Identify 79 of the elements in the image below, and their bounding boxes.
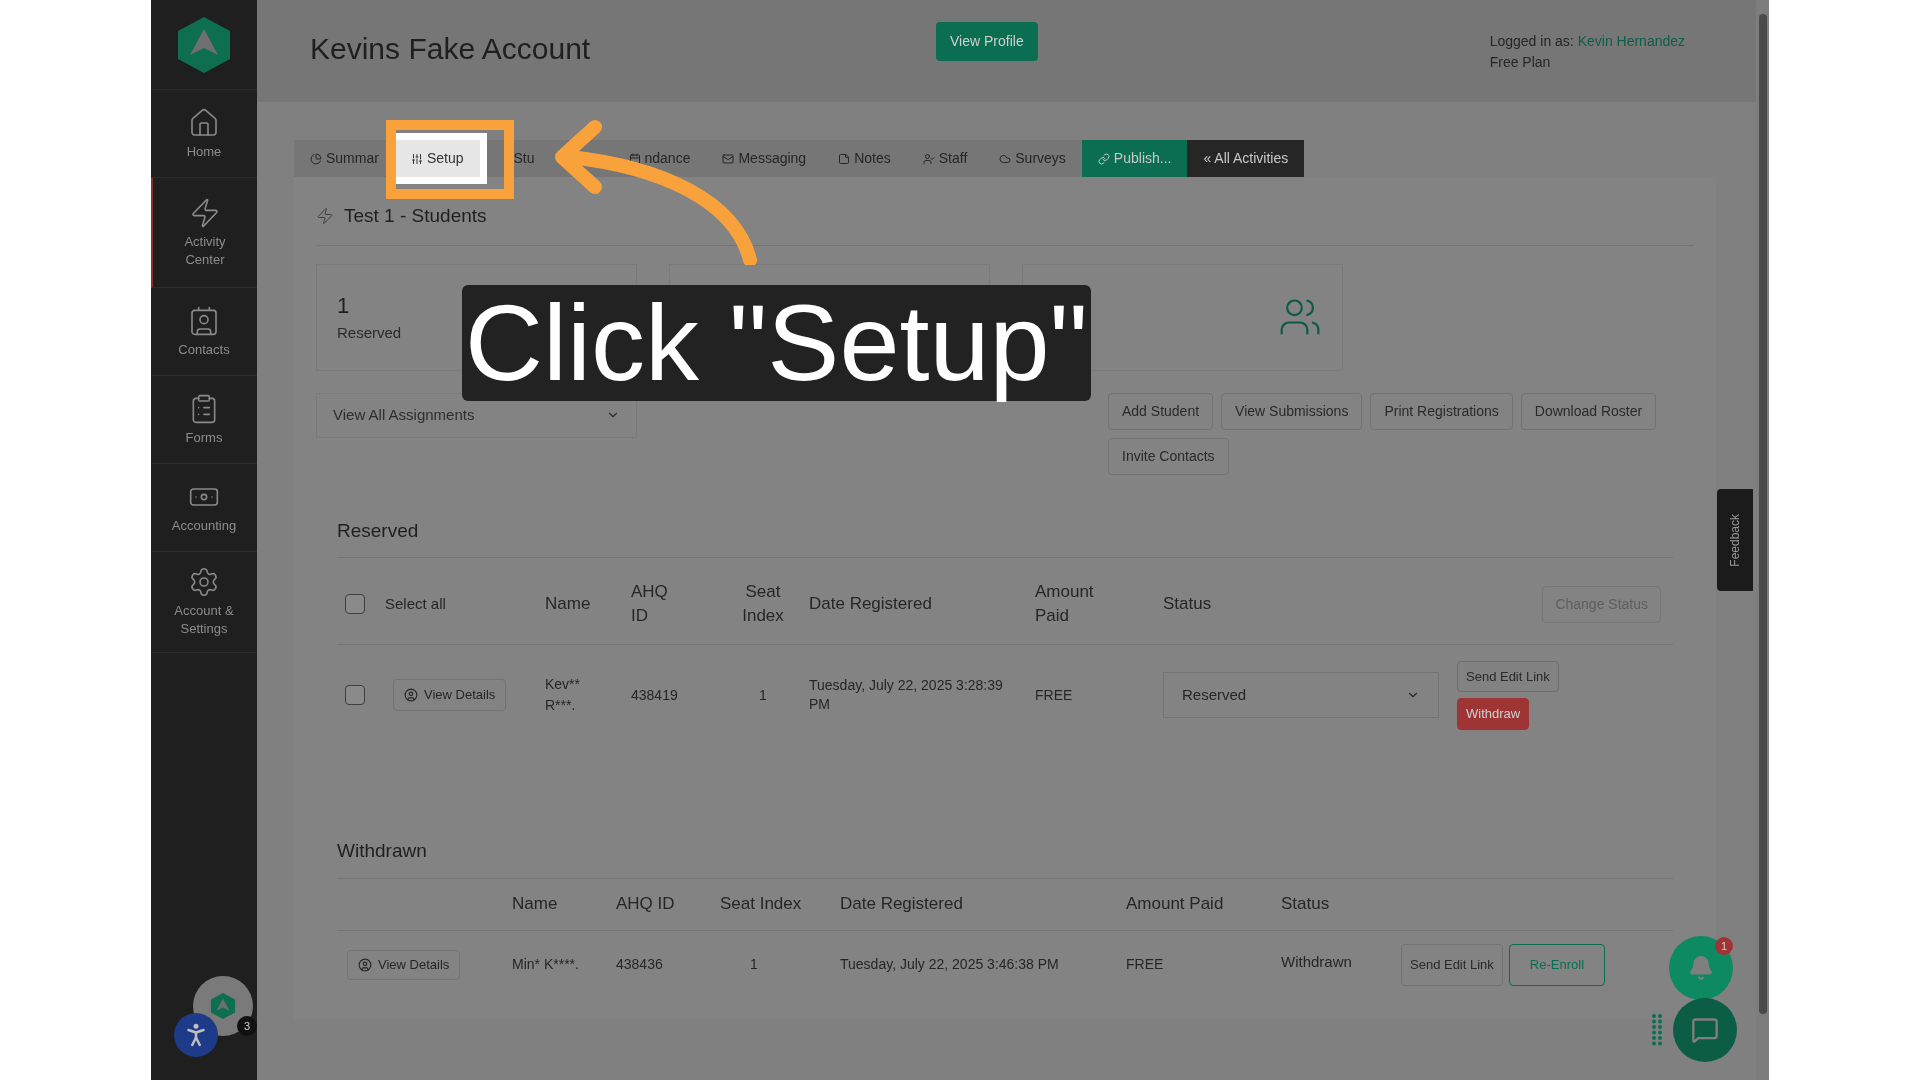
column-header: Date Registered (809, 593, 933, 615)
count-badge: 3 (237, 1016, 257, 1036)
send-edit-link-button[interactable]: Send Edit Link (1457, 660, 1559, 692)
account-title: Kevins Fake Account (310, 31, 592, 67)
user-icon (404, 688, 418, 702)
lightning-icon (316, 207, 334, 226)
lightning-icon (189, 196, 221, 229)
chart-icon (310, 152, 322, 165)
chat-icon (1691, 1016, 1719, 1044)
send-edit-link-button[interactable]: Send Edit Link (1401, 943, 1503, 986)
column-header: AHQ ID (631, 581, 669, 627)
home-icon (188, 106, 220, 139)
column-header: Seat Index (720, 893, 803, 916)
sliders-icon (410, 152, 423, 165)
user-icon (358, 957, 372, 972)
section-heading: Withdrawn (337, 837, 1673, 879)
table-cell-text: Tuesday, July 22, 2025 3:28:39 PM (809, 676, 1004, 714)
column-header: Amount Paid (1035, 581, 1095, 627)
plan-label: Free Plan (1489, 53, 1552, 72)
section-heading: Reserved (337, 516, 1673, 558)
activity-title: Test 1 - Students (344, 204, 487, 228)
tab[interactable]: Publish... (1081, 140, 1188, 177)
column-header: Amount Paid (1126, 893, 1225, 916)
checkbox[interactable] (345, 685, 365, 705)
bell-icon (1688, 955, 1714, 981)
table-cell-text: 1 (758, 685, 768, 705)
accessibility-button[interactable] (174, 1013, 218, 1057)
action-button[interactable]: View Submissions (1221, 392, 1363, 430)
drag-handle-icon (1651, 1013, 1663, 1047)
mail-icon (722, 152, 735, 165)
sidebar-item[interactable]: Activity Center (151, 178, 257, 288)
table-cell-text: FREE (1035, 685, 1074, 705)
people-icon (922, 152, 935, 165)
checkbox[interactable] (345, 594, 365, 614)
sidebar-item[interactable]: Home (151, 90, 257, 178)
view-details-button[interactable]: View Details (393, 679, 507, 711)
gear-icon (188, 566, 220, 598)
link-icon (1097, 152, 1110, 165)
table-cell-text: Min* K****. (512, 955, 580, 974)
contact-card-icon (188, 304, 220, 337)
tab[interactable]: « All Activities (1187, 140, 1305, 177)
column-header: Seat Index (741, 581, 785, 627)
action-button[interactable]: Add Student (1108, 392, 1214, 430)
cloud-icon (999, 152, 1012, 165)
table-cell-text: 438419 (631, 685, 679, 705)
view-profile-button[interactable]: View Profile (936, 22, 1038, 61)
logo-icon (176, 14, 232, 75)
table-cell-text: FREE (1126, 955, 1165, 974)
table-cell-text: 1 (749, 955, 759, 974)
notification-badge: 1 (1715, 937, 1733, 955)
column-header: Status (1163, 593, 1213, 615)
sidebar-item[interactable]: Contacts (151, 288, 257, 376)
logged-in-text: Logged in as: Kevin Hernandez (1489, 32, 1686, 51)
view-details-button[interactable]: View Details (347, 949, 461, 980)
logo-icon (210, 992, 236, 1020)
withdraw-button[interactable]: Withdraw (1457, 698, 1530, 730)
column-header: Name (512, 893, 559, 916)
sidebar-item[interactable]: Accounting (151, 464, 257, 552)
column-header: AHQ ID (616, 893, 676, 916)
action-button[interactable]: Download Roster (1520, 392, 1657, 430)
stat-count: 1 (337, 292, 351, 321)
table-cell-text: 438436 (616, 955, 664, 974)
action-button[interactable]: Invite Contacts (1108, 437, 1229, 475)
feedback-tab[interactable]: Feedback (1717, 489, 1753, 591)
table-cell-text: Tuesday, July 22, 2025 3:46:38 PM (840, 955, 1060, 974)
table-cell-text: Kev** R***. (545, 675, 582, 715)
table-cell-text: Withdrawn (1281, 951, 1353, 972)
status-select[interactable]: Reserved (1163, 672, 1439, 718)
stat-label: Reserved (337, 323, 402, 344)
column-header: Date Registered (840, 893, 964, 916)
calendar-icon (628, 152, 641, 165)
tutorial-tooltip: Click "Setup" (462, 285, 1091, 401)
select-all-label: Select all (385, 593, 447, 614)
sidebar-item[interactable]: Forms (151, 376, 257, 464)
column-header: Name (545, 593, 592, 615)
sidebar-item[interactable]: Account & Settings (151, 552, 257, 653)
action-button[interactable]: Print Registrations (1370, 392, 1513, 430)
column-header: Status (1281, 893, 1331, 916)
note-icon (838, 152, 851, 165)
